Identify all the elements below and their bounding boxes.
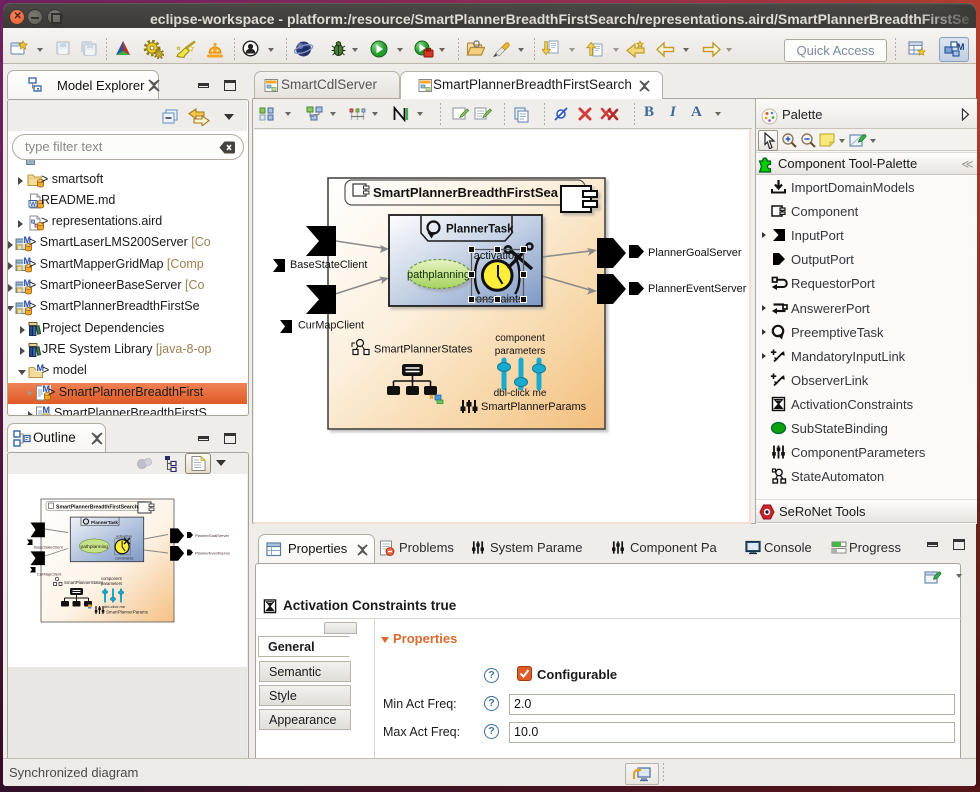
- svg-text:SmartPlannerBreadthFirstSea: SmartPlannerBreadthFirstSea: [373, 185, 559, 200]
- svg-text:PlannerEventServer: PlannerEventServer: [195, 551, 230, 556]
- svg-text:constraints: constraints: [115, 557, 133, 561]
- svg-text:pathplanning: pathplanning: [407, 269, 470, 281]
- svg-text:pathplanning: pathplanning: [81, 544, 109, 550]
- svg-text:CurMapClient: CurMapClient: [298, 320, 364, 332]
- svg-text:dbl-click me: dbl-click me: [494, 388, 547, 399]
- svg-text:SmartPlannerStates: SmartPlannerStates: [64, 580, 104, 585]
- svg-text:BaseStateClient: BaseStateClient: [34, 545, 64, 550]
- svg-text:PlannerGoalServer: PlannerGoalServer: [195, 533, 230, 538]
- svg-text:CurMapClient: CurMapClient: [37, 572, 62, 577]
- svg-text:SmartPlannerParams: SmartPlannerParams: [481, 401, 587, 413]
- svg-text:PlannerGoalServer: PlannerGoalServer: [648, 247, 742, 259]
- svg-text:dbl-click me: dbl-click me: [104, 604, 126, 609]
- svg-text:M: M: [957, 42, 964, 52]
- svg-text:PlannerTask: PlannerTask: [91, 520, 118, 525]
- svg-text:component: component: [495, 333, 545, 344]
- svg-text:BaseStateClient: BaseStateClient: [290, 259, 367, 271]
- svg-text:W: W: [30, 201, 37, 208]
- svg-text:PlannerTask: PlannerTask: [446, 224, 514, 236]
- svg-text:parameters: parameters: [101, 581, 122, 586]
- svg-text:SmartPlannerBreadthFirstSearch: SmartPlannerBreadthFirstSearch: [56, 505, 138, 511]
- svg-text:parameters: parameters: [495, 346, 546, 357]
- svg-text:PlannerEventServer: PlannerEventServer: [648, 283, 747, 295]
- svg-text:SmartPlannerParams: SmartPlannerParams: [106, 610, 149, 615]
- svg-text:SmartPlannerStates: SmartPlannerStates: [374, 344, 473, 356]
- svg-text:activation: activation: [116, 535, 132, 539]
